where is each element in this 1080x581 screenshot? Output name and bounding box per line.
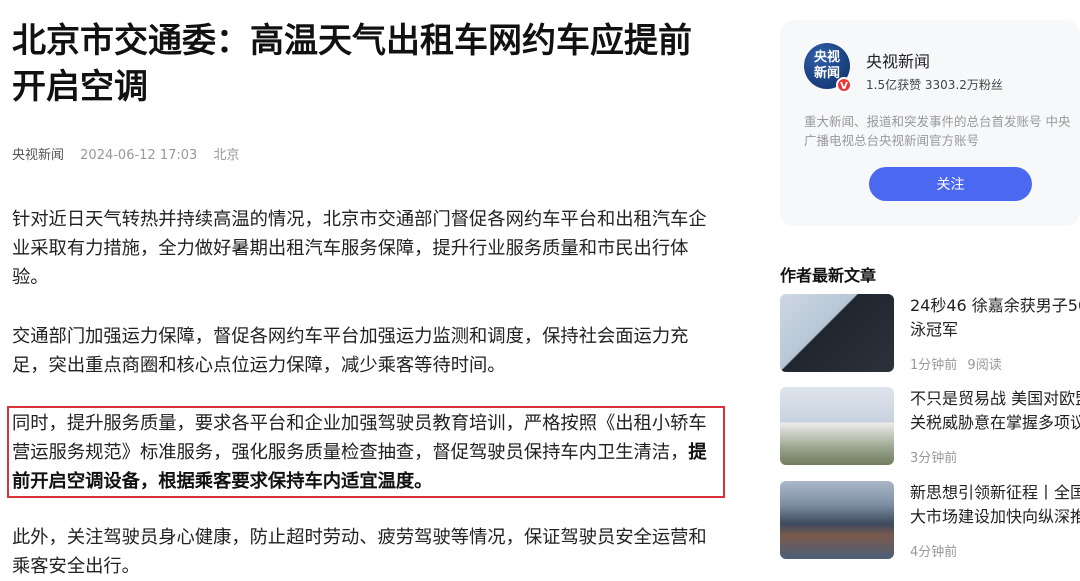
title-line: 新思想引领新征程丨全国	[910, 483, 1080, 502]
latest-article-title[interactable]: 24秒46 徐嘉余获男子50 泳冠军	[910, 294, 1080, 342]
article-title: 北京市交通委：高温天气出租车网约车应提前开启空调	[12, 21, 692, 107]
latest-article-item[interactable]: 不只是贸易战 美国对欧盟 关税威胁意在掌握多项议 3分钟前	[780, 387, 1080, 469]
title-line: 不只是贸易战 美国对欧盟	[910, 389, 1080, 408]
latest-article-title[interactable]: 不只是贸易战 美国对欧盟 关税威胁意在掌握多项议	[910, 387, 1080, 435]
follow-button[interactable]: 关注	[869, 167, 1032, 201]
author-stats: 1.5亿获赞 3303.2万粉丝	[866, 78, 1003, 92]
title-line: 关税威胁意在掌握多项议	[910, 413, 1080, 432]
latest-articles-heading: 作者最新文章	[780, 266, 877, 285]
article-paragraph: 此外，关注驾驶员身心健康，防止超时劳动、疲劳驾驶等情况，保证驾驶员安全运营和乘客…	[12, 527, 707, 577]
article-time: 1分钟前	[910, 358, 958, 373]
latest-article-meta: 4分钟前	[910, 541, 963, 560]
article-reads: 9阅读	[967, 358, 1002, 373]
author-description: 重大新闻、报道和突发事件的总台首发账号 中央广播电视总台央视新闻官方账号	[804, 114, 1071, 148]
article-location: 北京	[213, 148, 240, 163]
verified-icon: V	[836, 77, 852, 93]
author-name[interactable]: 央视新闻	[866, 48, 930, 72]
article-thumbnail[interactable]	[780, 387, 894, 465]
article-thumbnail[interactable]	[780, 294, 894, 372]
latest-article-title[interactable]: 新思想引领新征程丨全国 大市场建设加快向纵深推	[910, 481, 1080, 529]
latest-article-item[interactable]: 24秒46 徐嘉余获男子50 泳冠军 1分钟前 9阅读	[780, 294, 1080, 376]
article-meta: 央视新闻 2024-06-12 17:03 北京	[12, 144, 251, 163]
latest-article-meta: 1分钟前 9阅读	[910, 354, 1008, 373]
author-card: 央视新闻 V 央视新闻 1.5亿获赞 3303.2万粉丝 重大新闻、报道和突发事…	[780, 20, 1080, 226]
latest-article-item[interactable]: 新思想引领新征程丨全国 大市场建设加快向纵深推 4分钟前	[780, 481, 1080, 563]
article-time: 4分钟前	[910, 545, 958, 560]
title-line: 24秒46 徐嘉余获男子50	[910, 296, 1080, 315]
article-paragraph: 针对近日天气转热并持续高温的情况，北京市交通部门督促各网约车平台和出租汽车企业采…	[12, 209, 707, 288]
highlight-annotation-box	[7, 406, 725, 498]
article-time: 3分钟前	[910, 451, 958, 466]
article-date: 2024-06-12 17:03	[80, 148, 198, 163]
article-paragraph: 交通部门加强运力保障，督促各网约车平台加强运力监测和调度，保持社会面运力充足，突…	[12, 326, 689, 376]
title-line: 大市场建设加快向纵深推	[910, 507, 1080, 526]
article-source[interactable]: 央视新闻	[12, 148, 64, 163]
latest-article-meta: 3分钟前	[910, 447, 963, 466]
article-thumbnail[interactable]	[780, 481, 894, 559]
title-line: 泳冠军	[910, 320, 959, 339]
